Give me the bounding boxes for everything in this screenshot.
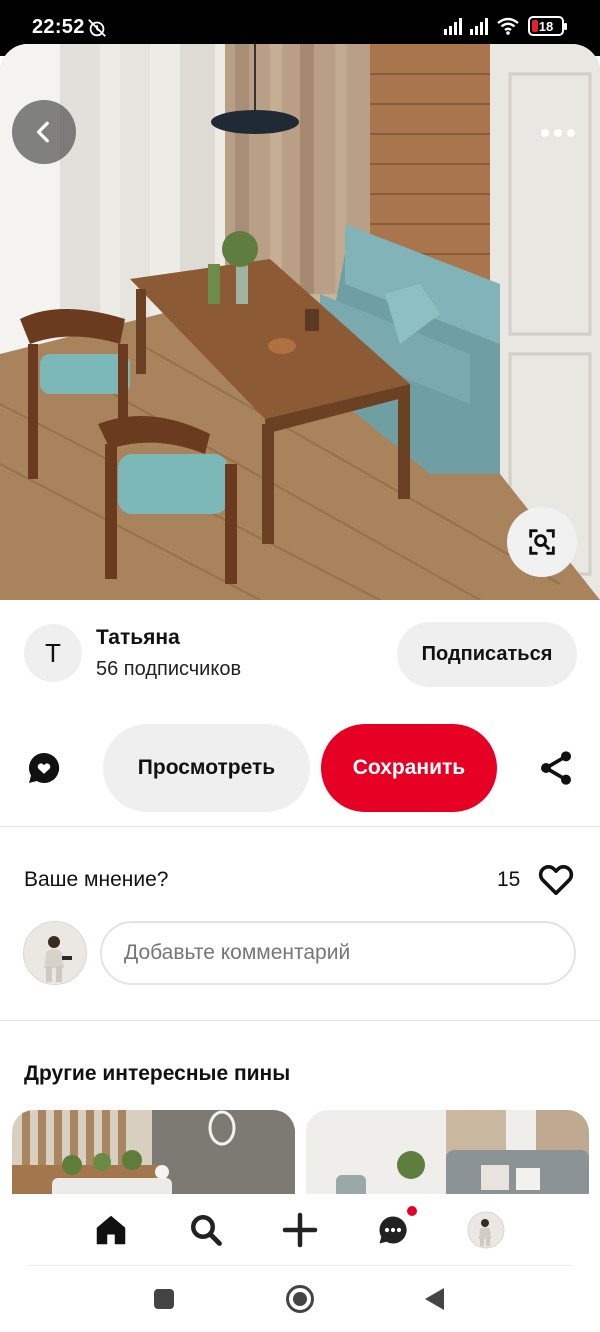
pin-image[interactable]	[0, 44, 600, 600]
user-photo	[24, 922, 86, 984]
message-icon	[379, 1216, 407, 1244]
nav-create[interactable]	[278, 1208, 322, 1252]
signal-icon	[470, 17, 488, 35]
comments-section: Ваше мнение? 15	[0, 828, 600, 1018]
reactions-count: 15	[497, 868, 521, 891]
chevron-left-icon	[36, 121, 49, 143]
pin-thumbnail	[12, 1110, 295, 1200]
comment-icon[interactable]	[24, 748, 64, 788]
system-navigation	[0, 1266, 600, 1332]
follow-button[interactable]: Подписаться	[397, 622, 577, 687]
pin-photo	[0, 44, 600, 600]
nav-home[interactable]	[89, 1208, 133, 1252]
visual-search-button[interactable]	[507, 507, 577, 577]
search-icon	[191, 1215, 222, 1246]
status-time: 22:52	[32, 16, 85, 38]
more-pins-title: Другие интересные пины	[24, 1062, 291, 1085]
pin-card[interactable]	[306, 1110, 589, 1200]
home-system-button[interactable]	[285, 1284, 315, 1314]
divider	[0, 826, 600, 827]
author-name[interactable]: Татьяна	[96, 626, 180, 650]
back-system-button[interactable]	[419, 1284, 449, 1314]
bottom-navigation	[0, 1194, 600, 1266]
wifi-icon	[497, 17, 519, 35]
battery-icon: 18	[528, 16, 567, 36]
pin-card[interactable]	[12, 1110, 295, 1200]
more-horizontal-icon	[541, 129, 549, 137]
circle-icon	[286, 1285, 314, 1313]
share-icon[interactable]	[536, 748, 576, 788]
current-user-avatar[interactable]	[23, 921, 87, 985]
pin-thumbnail	[306, 1110, 589, 1200]
signal-icon	[444, 17, 462, 35]
author-followers: 56 подписчиков	[96, 658, 242, 680]
back-button[interactable]	[12, 100, 76, 164]
triangle-back-icon	[425, 1288, 444, 1310]
battery-fill	[532, 20, 538, 32]
visual-search-icon	[529, 529, 555, 555]
home-icon	[96, 1215, 126, 1245]
more-options-button[interactable]	[538, 118, 578, 148]
recent-apps-button[interactable]	[149, 1284, 179, 1314]
nav-profile[interactable]	[464, 1208, 508, 1252]
author-row: T Татьяна 56 подписчиков Подписаться	[0, 600, 600, 710]
author-avatar[interactable]: T	[24, 624, 82, 682]
avatar	[467, 1211, 505, 1249]
save-button[interactable]: Сохранить	[321, 724, 497, 812]
square-icon	[154, 1289, 174, 1309]
notification-badge	[407, 1206, 417, 1216]
more-pins-section: Другие интересные пины	[0, 1020, 600, 1200]
alarm-off-icon	[88, 19, 106, 37]
nav-search[interactable]	[184, 1208, 228, 1252]
nav-messages[interactable]	[371, 1206, 417, 1252]
comment-input[interactable]	[100, 921, 576, 985]
opinion-question: Ваше мнение?	[24, 868, 169, 891]
heart-icon[interactable]	[538, 862, 574, 896]
battery-level: 18	[538, 18, 554, 34]
action-row: Просмотреть Сохранить	[0, 710, 600, 826]
plus-icon	[282, 1212, 318, 1248]
view-button[interactable]: Просмотреть	[103, 724, 310, 812]
